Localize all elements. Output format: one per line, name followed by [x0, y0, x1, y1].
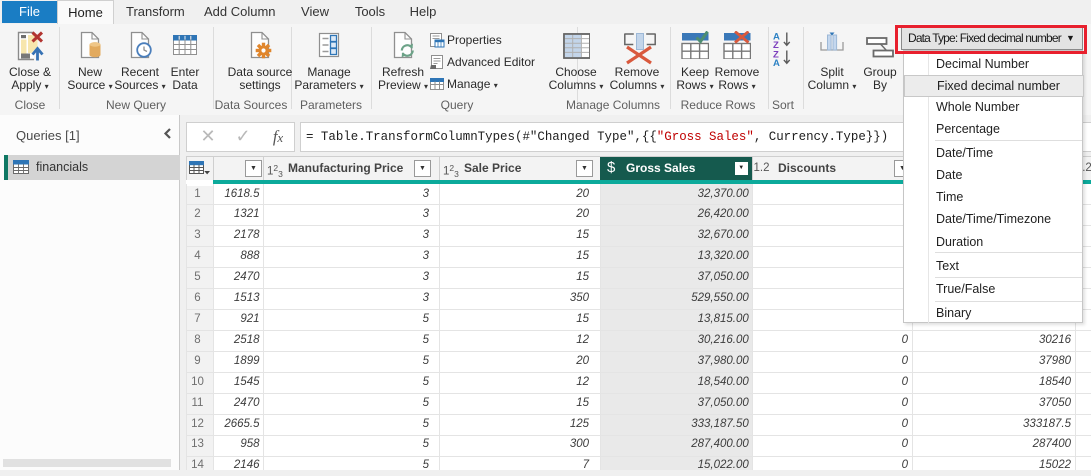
svg-text:A: A	[773, 58, 780, 67]
svg-text:Z: Z	[773, 40, 779, 49]
